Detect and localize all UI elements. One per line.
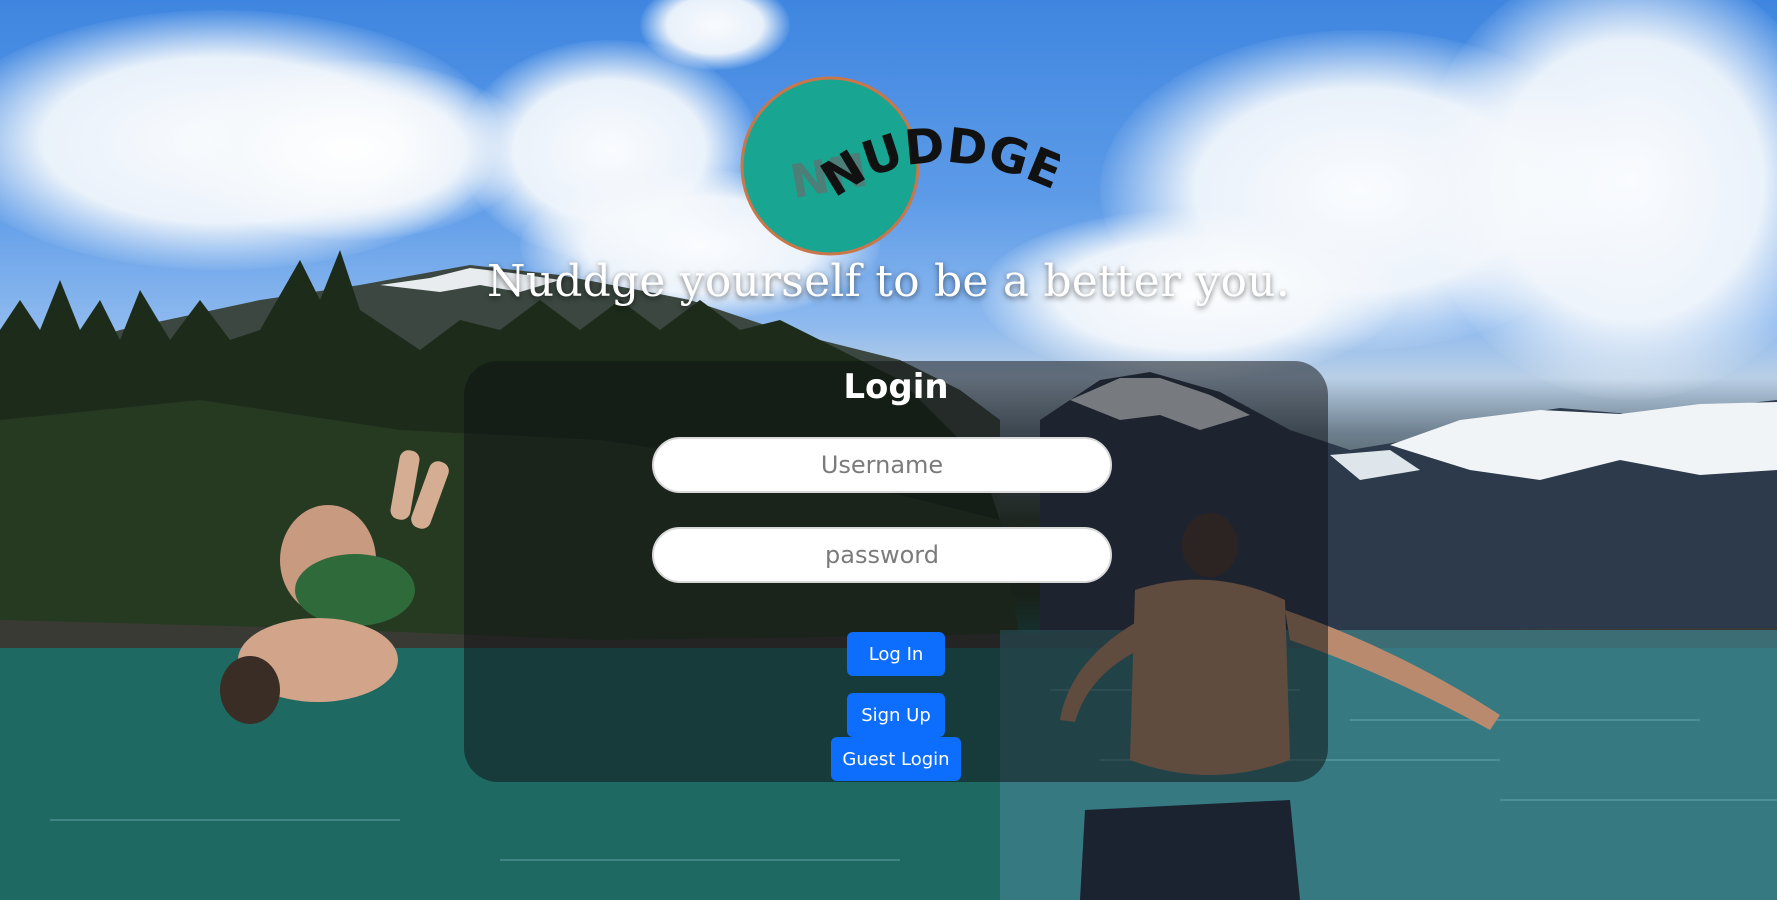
password-input[interactable] xyxy=(652,527,1112,583)
login-title: Login xyxy=(843,367,949,407)
tagline: Nuddge yourself to be a better you. xyxy=(487,256,1290,307)
signup-button[interactable]: Sign Up xyxy=(847,693,945,737)
nuddge-logo: NN NUDDGE xyxy=(740,74,1070,259)
username-input[interactable] xyxy=(652,437,1112,493)
login-card: Login Log In Sign Up Guest Login xyxy=(464,361,1328,782)
header: NN NUDDGE Nuddge yourself to be a better… xyxy=(0,0,1777,330)
login-button[interactable]: Log In xyxy=(847,632,945,676)
guest-login-button[interactable]: Guest Login xyxy=(831,737,961,781)
